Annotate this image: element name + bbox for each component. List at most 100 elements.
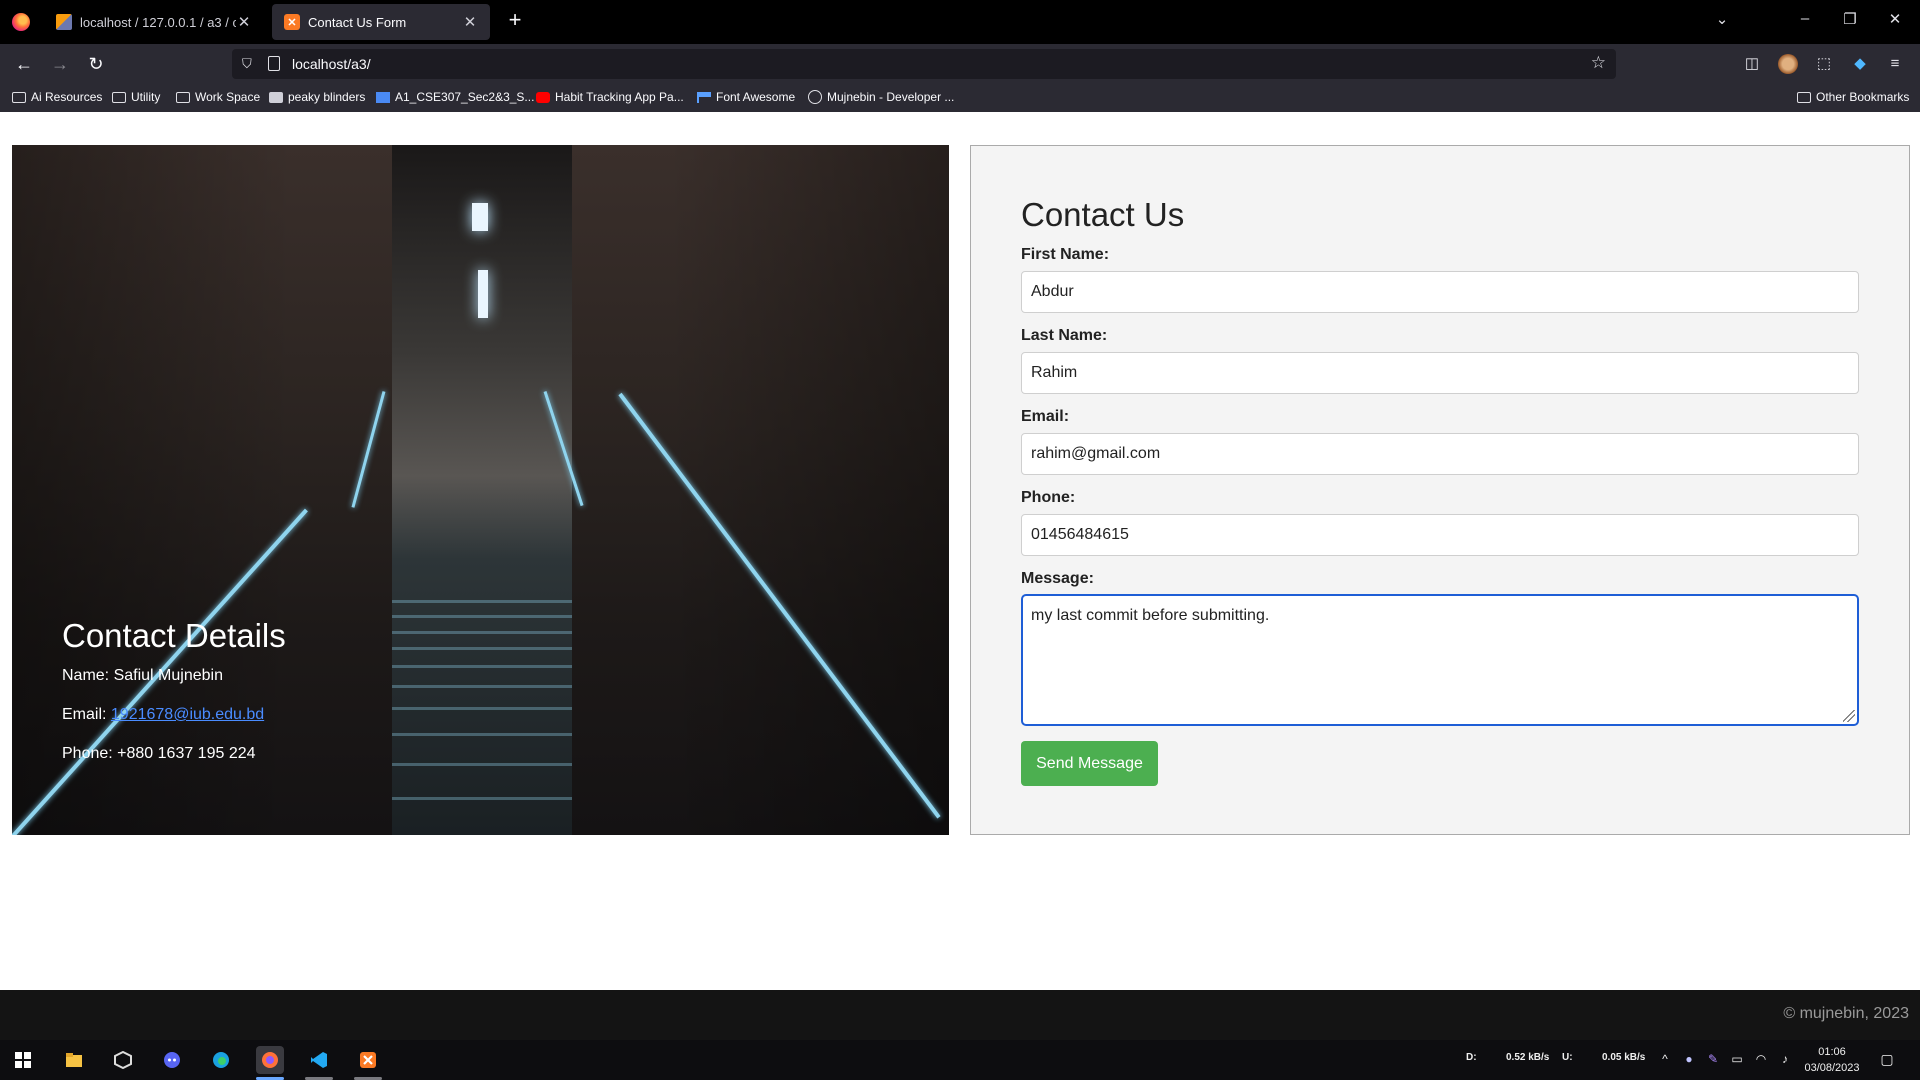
volume-icon[interactable]: ♪ (1778, 1052, 1792, 1066)
page-info-icon[interactable] (268, 56, 280, 71)
discord-tray-icon[interactable]: ● (1682, 1052, 1696, 1066)
email-label: Email: (62, 706, 111, 723)
bookmark-star-icon[interactable]: ☆ (1591, 53, 1606, 73)
bookmark-item[interactable]: Work Space (176, 90, 260, 104)
contact-phone: Phone: +880 1637 195 224 (62, 745, 256, 762)
bookmark-label: Utility (131, 90, 161, 104)
reload-icon[interactable]: ↻ (84, 52, 108, 76)
flag-icon (697, 91, 711, 103)
extension-badge-icon[interactable]: ◆ (1850, 54, 1870, 74)
start-icon[interactable] (9, 1046, 37, 1074)
new-tab-button[interactable]: + (504, 9, 526, 32)
extensions-icon[interactable]: ⬚ (1814, 54, 1834, 74)
first-name-label: First Name: (1021, 246, 1110, 263)
email-label: Email: (1021, 408, 1070, 425)
browser-nav-bar: ← → ↻ ⛉ localhost/a3/ ☆ ◫ ⬚ ◆ ≡ (0, 44, 1920, 84)
list-all-tabs-icon[interactable]: ⌄ (1710, 10, 1734, 28)
bookmark-label: Mujnebin - Developer ... (827, 90, 955, 104)
pocket-icon[interactable]: ◫ (1742, 54, 1762, 74)
firefox-icon[interactable] (256, 1046, 284, 1074)
account-avatar-icon[interactable] (1778, 54, 1798, 74)
phpmyadmin-icon (56, 14, 72, 30)
close-tab-icon[interactable]: ✕ (236, 13, 252, 31)
message-label: Message: (1021, 570, 1094, 587)
unity-icon[interactable] (109, 1046, 137, 1074)
edge-icon[interactable] (207, 1046, 235, 1074)
discord-icon[interactable] (158, 1046, 186, 1074)
tab-contact-form[interactable]: ✕ Contact Us Form ✕ (272, 4, 490, 40)
url-text[interactable]: localhost/a3/ (292, 56, 371, 72)
forward-arrow-icon[interactable]: → (48, 52, 72, 76)
contact-details-heading: Contact Details (62, 617, 286, 654)
bookmark-label: A1_CSE307_Sec2&3_S... (395, 90, 535, 104)
last-name-label: Last Name: (1021, 327, 1108, 344)
bookmark-item[interactable]: Habit Tracking App Pa... (536, 90, 684, 104)
clock[interactable]: 01:06 03/08/2023 (1800, 1044, 1864, 1076)
battery-icon[interactable]: ▭ (1730, 1052, 1744, 1066)
ceiling-light (478, 270, 488, 318)
bookmark-item[interactable]: peaky blinders (269, 90, 365, 104)
phone-input[interactable] (1021, 514, 1859, 556)
restore-icon[interactable]: ❐ (1838, 10, 1862, 28)
windows-taskbar: D: 0.52 kB/s U: 0.05 kB/s ^ ● ✎ ▭ ◠ ♪ 01… (0, 1040, 1920, 1080)
tab-title: Contact Us Form (308, 14, 407, 30)
folder-icon (176, 91, 190, 103)
bookmark-label: Habit Tracking App Pa... (555, 90, 684, 104)
clock-date: 03/08/2023 (1804, 1062, 1860, 1074)
pen-tray-icon[interactable]: ✎ (1706, 1052, 1720, 1066)
net-up-speed: 0.05 kB/s (1602, 1052, 1646, 1063)
close-tab-icon[interactable]: ✕ (462, 13, 478, 31)
notifications-icon[interactable]: ▢ (1880, 1052, 1894, 1066)
bookmark-label: Other Bookmarks (1816, 90, 1910, 104)
bookmark-item[interactable]: Font Awesome (697, 90, 795, 104)
bookmark-item[interactable]: Ai Resources (12, 90, 102, 104)
bookmark-item[interactable]: A1_CSE307_Sec2&3_S... (376, 90, 534, 104)
shield-icon[interactable]: ⛉ (242, 56, 256, 72)
wifi-icon[interactable]: ◠ (1754, 1052, 1768, 1066)
bookmark-item-other[interactable]: Other Bookmarks (1797, 90, 1909, 104)
ceiling-light (472, 203, 488, 231)
file-explorer-icon[interactable] (60, 1046, 88, 1074)
bookmark-label: Font Awesome (716, 90, 796, 104)
clock-time: 01:06 (1818, 1046, 1846, 1058)
bookmark-item[interactable]: Utility (112, 90, 160, 104)
tab-title: localhost / 127.0.0.1 / a3 / contacts (80, 14, 236, 30)
footer-copyright: © mujnebin, 2023 (1783, 1005, 1909, 1022)
send-message-button[interactable]: Send Message (1021, 741, 1158, 786)
folder-icon (1797, 91, 1811, 103)
xampp-icon: ✕ (284, 14, 300, 30)
back-arrow-icon[interactable]: ← (12, 52, 36, 76)
email-input[interactable] (1021, 433, 1859, 475)
handrail-inner-left (351, 391, 386, 508)
phone-label: Phone: (1021, 489, 1076, 506)
tab-phpmyadmin[interactable]: localhost / 127.0.0.1 / a3 / contacts ✕ (44, 4, 264, 40)
stairway-shaft (392, 145, 572, 835)
hero-stairway-image: Contact Details Name: Safiul Mujnebin Em… (12, 145, 949, 835)
bookmark-item[interactable]: Mujnebin - Developer ... (808, 90, 954, 104)
xampp-icon[interactable] (354, 1046, 382, 1074)
bookmarks-bar: Ai Resources Utility Work Space peaky bl… (0, 84, 1920, 112)
last-name-input[interactable] (1021, 352, 1859, 394)
minimize-icon[interactable]: – (1793, 10, 1817, 27)
close-window-icon[interactable]: ✕ (1883, 10, 1907, 28)
youtube-icon (536, 91, 550, 103)
hamburger-menu-icon[interactable]: ≡ (1885, 54, 1905, 74)
message-textarea[interactable]: my last commit before submitting. (1021, 594, 1859, 726)
vscode-icon[interactable] (305, 1046, 333, 1074)
textarea-resize-handle[interactable] (1843, 710, 1855, 722)
bookmark-label: peaky blinders (288, 90, 366, 104)
folder-icon (269, 91, 283, 103)
net-down-speed: 0.52 kB/s (1506, 1052, 1550, 1063)
chevron-up-icon[interactable]: ^ (1658, 1052, 1672, 1066)
net-down-label: D: (1466, 1052, 1477, 1063)
firefox-menu-icon[interactable] (12, 13, 30, 31)
address-bar[interactable]: ⛉ localhost/a3/ ☆ (232, 49, 1616, 79)
email-link[interactable]: 1921678@iub.edu.bd (111, 706, 264, 723)
folder-icon (112, 91, 126, 103)
doc-icon (376, 91, 390, 103)
bookmark-label: Work Space (195, 90, 261, 104)
bookmark-label: Ai Resources (31, 90, 103, 104)
contact-name: Name: Safiul Mujnebin (62, 667, 223, 684)
first-name-input[interactable] (1021, 271, 1859, 313)
contact-details: Contact Details Name: Safiul Mujnebin Em… (62, 617, 286, 784)
